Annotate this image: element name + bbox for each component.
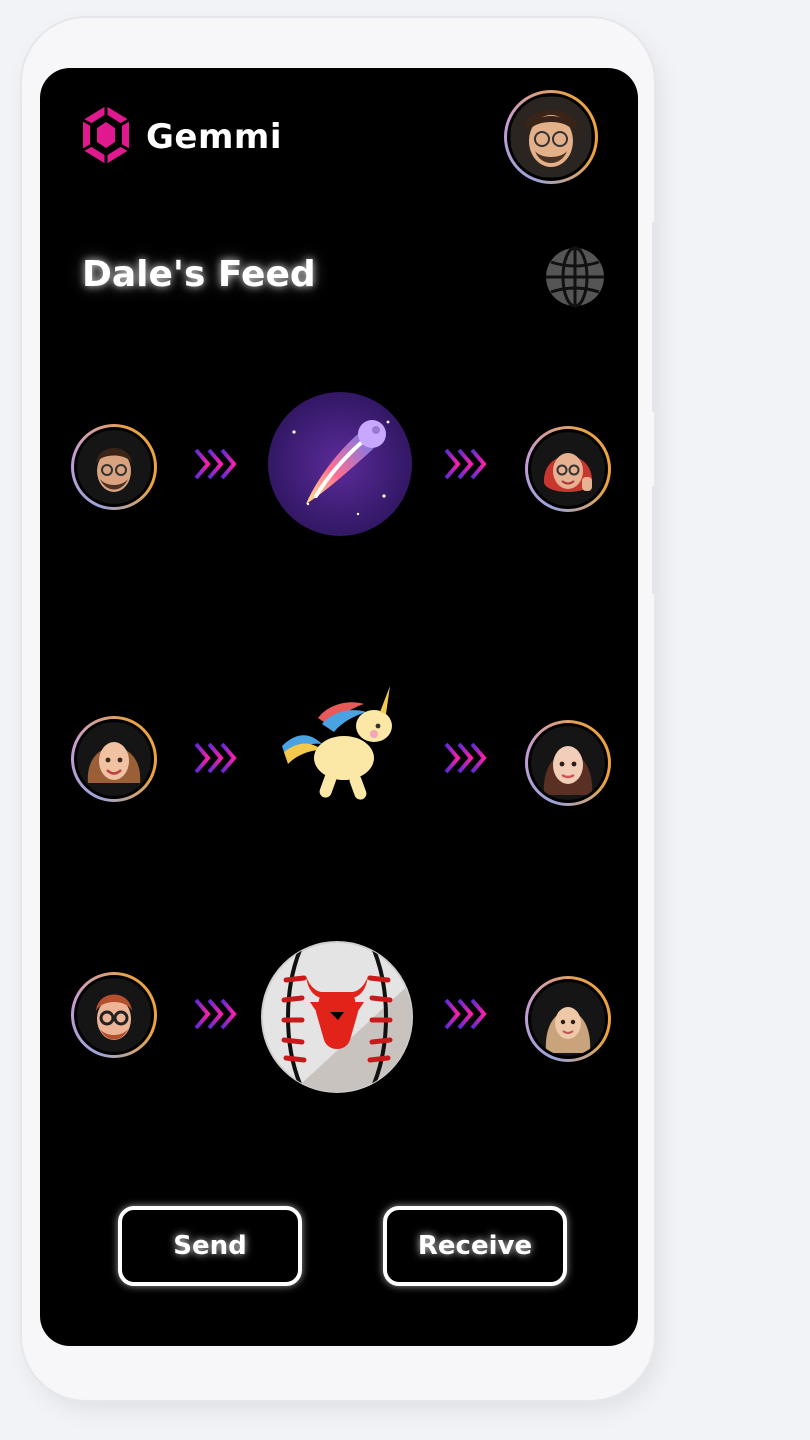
app-brand: Gemmi	[80, 104, 282, 170]
avatar	[528, 429, 608, 509]
triple-chevron-right-icon	[194, 994, 238, 1038]
sender-avatar[interactable]	[71, 424, 157, 510]
triple-chevron-right-icon	[444, 738, 488, 782]
triple-chevron-right-icon	[194, 444, 238, 488]
sender-avatar[interactable]	[71, 716, 157, 802]
triple-chevron-right-icon	[194, 738, 238, 782]
feed-row	[40, 384, 638, 544]
sender-avatar[interactable]	[71, 972, 157, 1058]
avatar	[74, 975, 154, 1055]
gift-bull-baseball-image[interactable]	[260, 940, 414, 1094]
avatar	[528, 979, 608, 1059]
gem-logo-icon	[80, 104, 132, 170]
avatar	[74, 719, 154, 799]
feed-row	[40, 678, 638, 838]
app-title: Gemmi	[146, 117, 282, 157]
globe-icon[interactable]	[544, 246, 606, 312]
profile-avatar-button[interactable]	[504, 90, 598, 184]
phone-side-button	[652, 486, 657, 594]
app-screen: Gemmi Dale's Feed Send Receive	[40, 68, 638, 1346]
receive-button[interactable]: Receive	[383, 1206, 567, 1286]
avatar	[74, 427, 154, 507]
avatar	[528, 723, 608, 803]
gift-unicorn-image[interactable]	[278, 682, 408, 812]
feed-row	[40, 934, 638, 1094]
send-button[interactable]: Send	[118, 1206, 302, 1286]
receiver-avatar[interactable]	[525, 720, 611, 806]
triple-chevron-right-icon	[444, 444, 488, 488]
avatar	[507, 93, 595, 181]
gift-comet-image[interactable]	[268, 392, 412, 536]
feed-title: Dale's Feed	[82, 254, 316, 295]
phone-side-button	[652, 222, 657, 412]
triple-chevron-right-icon	[444, 994, 488, 1038]
receiver-avatar[interactable]	[525, 426, 611, 512]
receiver-avatar[interactable]	[525, 976, 611, 1062]
